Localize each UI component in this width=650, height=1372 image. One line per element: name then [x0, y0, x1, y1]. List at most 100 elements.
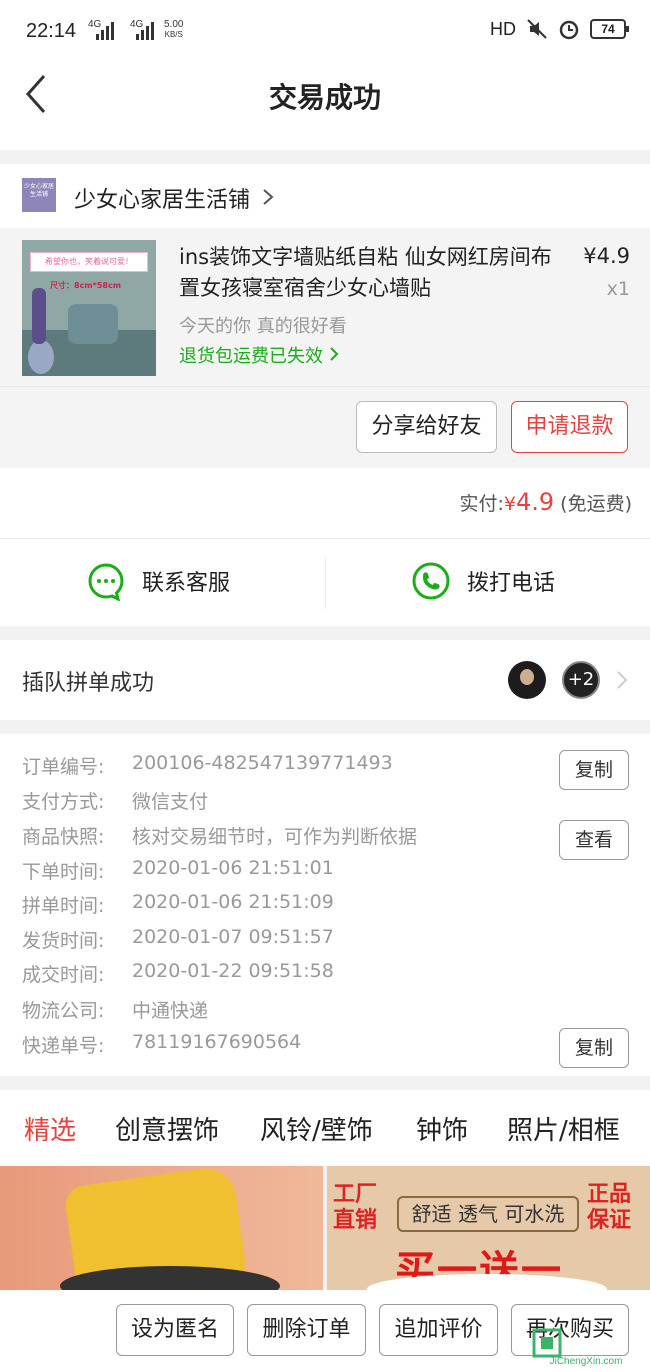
- group-buy-row[interactable]: 插队拼单成功 +2: [0, 640, 650, 720]
- divider: [0, 386, 650, 387]
- bottom-action-bar: 设为匿名 删除订单 追加评价 再次购买 JiChengXin.com: [0, 1290, 650, 1372]
- payment-summary: 实付:¥4.9 (免运费): [0, 468, 650, 538]
- thumb-caption-2: 尺寸：8cm*58cm: [50, 281, 122, 290]
- share-button[interactable]: 分享给好友: [356, 401, 497, 453]
- avatar-more-count: +2: [562, 661, 600, 699]
- paid-value: 4.9: [515, 488, 555, 516]
- signal-icon: [136, 22, 154, 40]
- chat-icon: [88, 563, 124, 601]
- divider: [325, 557, 326, 609]
- product-thumbnail[interactable]: 希望你也，笑着说可爱！ 尺寸：8cm*58cm: [22, 240, 156, 376]
- snapshot-hint: 核对交易细节时，可作为判断依据: [132, 826, 418, 848]
- order-row: 订单编号: 200106-482547139771493: [22, 752, 393, 786]
- product-quantity: x1: [606, 278, 630, 300]
- product-title[interactable]: ins装饰文字墙贴纸自粘 仙女网红房间布置女孩寝室宿舍少女心墙贴: [179, 242, 569, 304]
- tracking-number: 78119167690564: [132, 1031, 302, 1053]
- contact-service-label: 联系客服: [142, 571, 231, 596]
- order-row-label: 订单编号:: [22, 756, 105, 778]
- signal-icon: [96, 22, 114, 40]
- shop-row[interactable]: 少女心家居生活铺 少女心家居生活铺: [0, 164, 650, 228]
- shop-name[interactable]: 少女心家居生活铺: [74, 182, 250, 214]
- order-row: 商品快照: 核对交易细节时，可作为判断依据: [22, 822, 417, 856]
- net-speed-value: 5.00: [164, 19, 184, 30]
- hd-label: HD: [490, 18, 516, 39]
- pillow-shape: [68, 304, 118, 344]
- chevron-right-icon: [617, 671, 628, 689]
- copy-tracking-button[interactable]: 复制: [559, 1028, 629, 1068]
- product-spec: 今天的你 真的很好看: [179, 316, 347, 337]
- recommend-item-pillow[interactable]: [0, 1166, 323, 1290]
- tab-wind-chime[interactable]: 风铃/壁饰: [260, 1110, 373, 1147]
- factory-tag-line2: 直销: [333, 1208, 378, 1233]
- paid-currency: ¥: [503, 493, 516, 515]
- net-speed-unit: KB/S: [164, 30, 183, 39]
- shipping-note: (免运费): [560, 493, 632, 515]
- order-row-label: 支付方式:: [22, 791, 105, 813]
- avatar: [508, 661, 546, 699]
- phone-icon: [412, 562, 450, 600]
- alarm-icon: [559, 20, 579, 40]
- tab-featured[interactable]: 精选: [24, 1110, 76, 1147]
- vase-shape: [28, 340, 54, 374]
- recommend-item-mattress[interactable]: 工厂 直销 舒适 透气 可水洗 正品 保证 买一送一: [327, 1166, 650, 1290]
- copy-order-number-button[interactable]: 复制: [559, 750, 629, 790]
- status-bar: 22:14 4G 4G 5.00 KB/S HD 74: [0, 0, 650, 62]
- call-phone-label: 拨打电话: [467, 571, 556, 596]
- call-phone-button[interactable]: 拨打电话: [411, 561, 555, 601]
- tab-creative-decor[interactable]: 创意摆饰: [115, 1110, 219, 1147]
- set-anonymous-button[interactable]: 设为匿名: [116, 1304, 234, 1356]
- logistics-company: 中通快递: [132, 1000, 209, 1022]
- nav-bar: 交易成功: [0, 62, 650, 150]
- lavender-shape: [32, 288, 46, 344]
- complete-time: 2020-01-22 09:51:58: [132, 960, 334, 982]
- ship-time: 2020-01-07 09:51:57: [132, 926, 334, 948]
- watermark-text: JiChengXin.com: [549, 1356, 623, 1367]
- factory-tag-line1: 工厂: [333, 1182, 378, 1207]
- group-buy-status: 插队拼单成功: [22, 671, 155, 696]
- tab-photo-frame[interactable]: 照片/相框: [507, 1110, 620, 1147]
- net-speed: 5.00 KB/S: [164, 20, 183, 40]
- order-row-label: 下单时间:: [22, 861, 105, 883]
- clock: 22:14: [26, 20, 77, 42]
- shop-logo: 少女心家居生活铺: [22, 178, 56, 212]
- chevron-right-icon: [330, 347, 339, 361]
- mute-icon: [527, 19, 547, 39]
- order-info: 订单编号: 200106-482547139771493 支付方式: 微信支付 商品…: [0, 734, 650, 1076]
- group-time: 2020-01-06 21:51:09: [132, 891, 334, 913]
- order-row: 快递单号: 78119167690564: [22, 1031, 301, 1065]
- order-row-label: 商品快照:: [22, 826, 105, 848]
- page-title: 交易成功: [268, 81, 381, 114]
- return-shipping-notice[interactable]: 退货包运费已失效: [179, 342, 339, 368]
- tab-clock[interactable]: 钟饰: [416, 1110, 468, 1147]
- watermark: JiChengXin.com: [526, 1326, 646, 1370]
- refund-button[interactable]: 申请退款: [511, 401, 628, 453]
- contact-bar: 联系客服 拨打电话: [0, 538, 650, 626]
- battery-icon: 74: [590, 19, 629, 39]
- order-row: 发货时间: 2020-01-07 09:51:57: [22, 926, 334, 960]
- delete-order-button[interactable]: 删除订单: [247, 1304, 366, 1356]
- order-row: 成交时间: 2020-01-22 09:51:58: [22, 960, 334, 994]
- order-row-label: 发货时间:: [22, 930, 105, 952]
- order-row: 支付方式: 微信支付: [22, 787, 208, 821]
- view-snapshot-button[interactable]: 查看: [559, 820, 629, 860]
- payment-method: 微信支付: [132, 791, 209, 813]
- return-shipping-label: 退货包运费已失效: [179, 346, 323, 367]
- features-label: 舒适 透气 可水洗: [397, 1196, 579, 1232]
- order-number: 200106-482547139771493: [132, 752, 393, 774]
- order-row-label: 快递单号:: [22, 1035, 105, 1057]
- add-review-button[interactable]: 追加评价: [379, 1304, 498, 1356]
- order-row: 物流公司: 中通快递: [22, 996, 208, 1030]
- contact-service-button[interactable]: 联系客服: [86, 561, 230, 601]
- genuine-tag: 正品 保证: [587, 1182, 631, 1234]
- product-item[interactable]: 希望你也，笑着说可爱！ 尺寸：8cm*58cm ins装饰文字墙贴纸自粘 仙女网…: [0, 228, 650, 468]
- paid-amount: 实付:¥4.9 (免运费): [459, 488, 632, 516]
- order-row-label: 物流公司:: [22, 1000, 105, 1022]
- avatar-face: [520, 669, 534, 685]
- watermark-logo-icon: [532, 1328, 562, 1358]
- genuine-tag-line2: 保证: [587, 1208, 632, 1233]
- order-row: 拼单时间: 2020-01-06 21:51:09: [22, 891, 334, 925]
- thumb-caption-1: 希望你也，笑着说可爱！: [30, 252, 148, 272]
- product-price: ¥4.9: [583, 244, 630, 268]
- recommend-banners: 工厂 直销 舒适 透气 可水洗 正品 保证 买一送一: [0, 1166, 650, 1290]
- order-row-label: 拼单时间:: [22, 895, 105, 917]
